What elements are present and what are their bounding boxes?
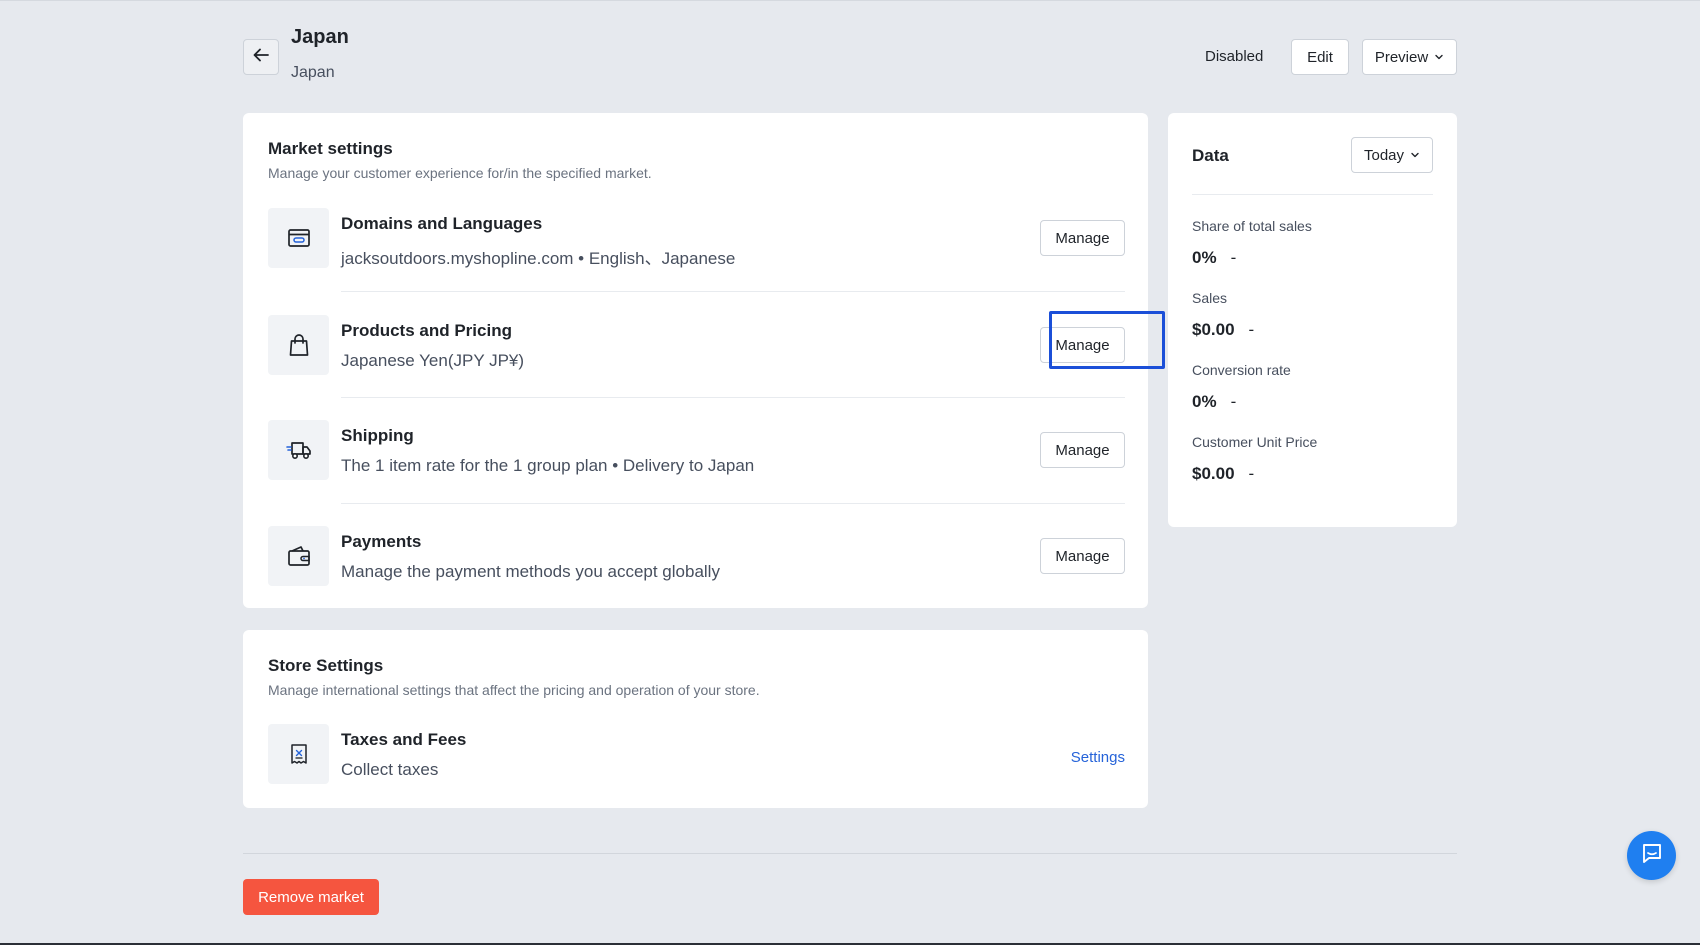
manage-products-pricing-button[interactable]: Manage bbox=[1040, 327, 1125, 363]
period-label: Today bbox=[1363, 146, 1405, 164]
shopping-bag-icon bbox=[268, 315, 329, 375]
period-dropdown-button[interactable]: Today bbox=[1351, 137, 1433, 173]
products-pricing-title: Products and Pricing bbox=[341, 321, 512, 340]
edit-button[interactable]: Edit bbox=[1291, 39, 1349, 75]
page-title: Japan bbox=[291, 26, 349, 48]
chevron-down-icon bbox=[1434, 49, 1444, 66]
edit-button-label: Edit bbox=[1307, 48, 1333, 66]
customer-unit-price-value: $0.00- bbox=[1192, 464, 1254, 484]
domains-languages-description: jacksoutdoors.myshopline.com • English、J… bbox=[341, 249, 736, 268]
metric-trend: - bbox=[1248, 320, 1255, 339]
taxes-fees-row: Taxes and Fees Collect taxes Settings bbox=[268, 724, 1125, 786]
metric-trend: - bbox=[1230, 248, 1237, 267]
metric-value-text: $0.00 bbox=[1192, 320, 1235, 339]
footer-divider bbox=[243, 853, 1457, 854]
row-divider bbox=[341, 291, 1125, 292]
receipt-icon bbox=[268, 724, 329, 784]
chat-launcher-button[interactable] bbox=[1627, 831, 1676, 880]
payments-description: Manage the payment methods you accept gl… bbox=[341, 562, 720, 581]
taxes-fees-description: Collect taxes bbox=[341, 760, 439, 779]
row-divider bbox=[341, 503, 1125, 504]
store-settings-card: Store Settings Manage international sett… bbox=[243, 630, 1148, 808]
payments-row: Payments Manage the payment methods you … bbox=[268, 526, 1125, 588]
shipping-row: Shipping The 1 item rate for the 1 group… bbox=[268, 420, 1125, 482]
market-settings-title: Market settings bbox=[268, 139, 393, 158]
products-pricing-row: Products and Pricing Japanese Yen(JPY JP… bbox=[268, 311, 1165, 377]
domains-languages-row: Domains and Languages jacksoutdoors.mysh… bbox=[268, 208, 1125, 270]
manage-domains-button[interactable]: Manage bbox=[1040, 220, 1125, 256]
share-of-sales-value: 0% - bbox=[1192, 248, 1236, 268]
conversion-rate-value: 0% - bbox=[1192, 392, 1236, 412]
metric-trend: - bbox=[1230, 392, 1237, 411]
shipping-title: Shipping bbox=[341, 426, 414, 445]
metric-value-text: 0% bbox=[1192, 392, 1217, 411]
conversion-rate-label: Conversion rate bbox=[1192, 362, 1291, 378]
delivery-truck-icon bbox=[268, 420, 329, 480]
row-divider bbox=[341, 397, 1125, 398]
wallet-icon bbox=[268, 526, 329, 586]
chat-icon bbox=[1640, 841, 1664, 870]
data-panel-title: Data bbox=[1192, 146, 1229, 165]
preview-dropdown-button[interactable]: Preview bbox=[1362, 39, 1457, 75]
shipping-description: The 1 item rate for the 1 group plan • D… bbox=[341, 456, 755, 475]
sales-label: Sales bbox=[1192, 290, 1228, 306]
store-settings-description: Manage international settings that affec… bbox=[268, 682, 760, 698]
preview-button-label: Preview bbox=[1374, 48, 1429, 66]
market-settings-card: Market settings Manage your customer exp… bbox=[243, 113, 1165, 608]
payments-title: Payments bbox=[341, 532, 422, 551]
domains-languages-title: Domains and Languages bbox=[341, 214, 543, 233]
chevron-down-icon bbox=[1410, 147, 1420, 164]
back-button[interactable] bbox=[243, 39, 279, 75]
taxes-fees-title: Taxes and Fees bbox=[341, 730, 467, 749]
products-pricing-description: Japanese Yen(JPY JP¥) bbox=[341, 351, 525, 370]
market-settings-description: Manage your customer experience for/in t… bbox=[268, 165, 652, 181]
status-label: Disabled bbox=[1205, 48, 1264, 65]
taxes-settings-link[interactable]: Settings bbox=[1071, 749, 1125, 766]
data-divider bbox=[1192, 194, 1433, 195]
data-panel: Data Today Share of total sales 0% - Sale… bbox=[1168, 113, 1457, 527]
metric-value-text: 0% bbox=[1192, 248, 1217, 267]
arrow-left-icon bbox=[252, 46, 270, 69]
domain-icon bbox=[268, 208, 329, 268]
sales-value: $0.00- bbox=[1192, 320, 1254, 340]
share-of-sales-label: Share of total sales bbox=[1192, 218, 1312, 234]
metric-value-text: $0.00 bbox=[1192, 464, 1235, 483]
manage-payments-button[interactable]: Manage bbox=[1040, 538, 1125, 574]
manage-shipping-button[interactable]: Manage bbox=[1040, 432, 1125, 468]
remove-market-button[interactable]: Remove market bbox=[243, 879, 379, 915]
top-border bbox=[0, 0, 1700, 1]
customer-unit-price-label: Customer Unit Price bbox=[1192, 434, 1318, 450]
store-settings-title: Store Settings bbox=[268, 656, 384, 675]
metric-trend: - bbox=[1248, 464, 1255, 483]
page-subtitle: Japan bbox=[291, 64, 335, 81]
